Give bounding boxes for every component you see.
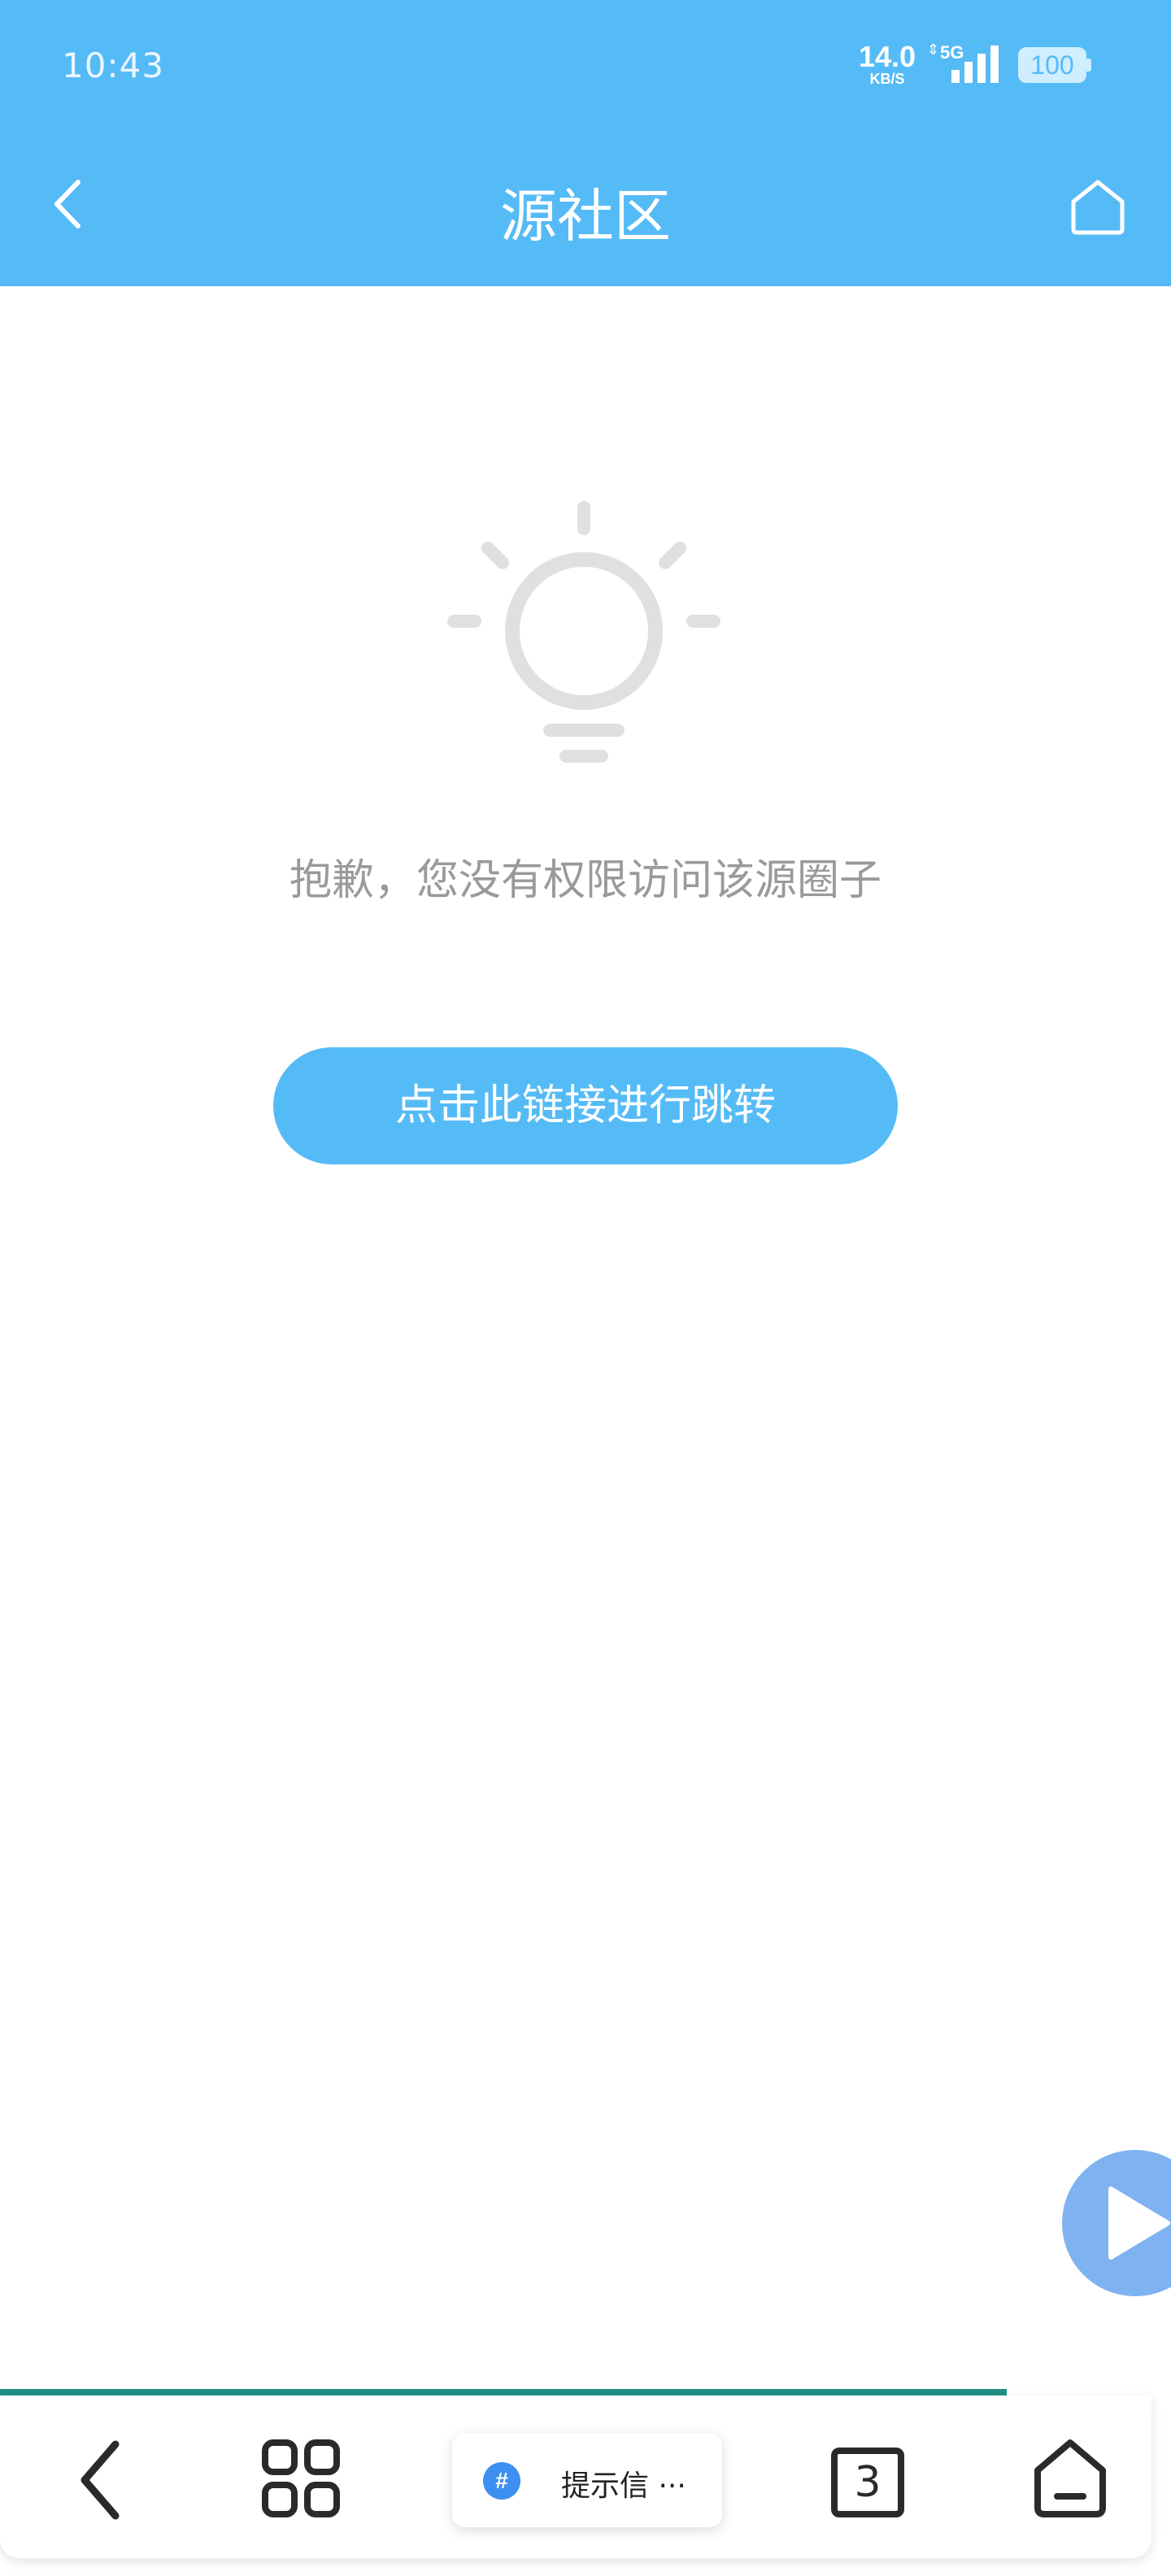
hashtag-badge: # xyxy=(483,2462,520,2500)
grid-icon[interactable] xyxy=(262,2439,340,2517)
network-speed-unit: KB/S xyxy=(869,71,905,87)
network-speed: 14.0 KB/S xyxy=(855,40,919,87)
battery-tip xyxy=(1086,59,1091,72)
page-load-progress-fill xyxy=(0,2389,1008,2395)
play-icon xyxy=(1108,2187,1170,2260)
notification-tab-label: 提示信 ··· xyxy=(561,2469,686,2503)
home-icon[interactable] xyxy=(1069,177,1127,236)
signal-bars-icon xyxy=(951,46,999,83)
notification-tab[interactable]: # 提示信 ··· xyxy=(452,2433,722,2527)
cellular-signal: ⇕ 5G xyxy=(927,42,1008,85)
battery-level: 100 xyxy=(1018,47,1086,83)
floating-play-button[interactable] xyxy=(1062,2150,1171,2296)
browser-bottom-nav: # 提示信 ··· 3 xyxy=(0,2395,1151,2558)
jump-link-button[interactable]: 点击此链接进行跳转 xyxy=(273,1047,898,1164)
chevron-left-icon[interactable] xyxy=(76,2439,125,2521)
tab-count-button[interactable]: 3 xyxy=(831,2448,904,2517)
data-arrows-icon: ⇕ xyxy=(927,41,940,59)
page-title: 源社区 xyxy=(500,183,671,250)
battery-indicator: 100 xyxy=(1018,47,1091,83)
network-speed-value: 14.0 xyxy=(858,40,916,73)
status-time: 10:43 xyxy=(62,46,165,85)
page-load-progress xyxy=(0,2389,1171,2395)
lightbulb-icon xyxy=(447,501,720,763)
permission-denied-message: 抱歉，您没有权限访问该源圈子 xyxy=(289,856,882,905)
home-icon[interactable] xyxy=(1031,2438,1109,2519)
